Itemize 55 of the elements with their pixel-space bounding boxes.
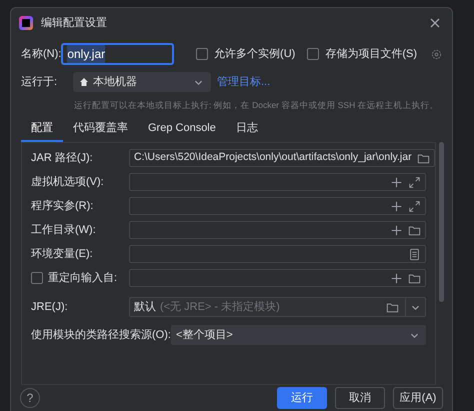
field-label: JAR 路径(J): xyxy=(31,150,93,166)
folder-icon[interactable] xyxy=(416,152,430,164)
field-label: 重定向输入自: xyxy=(48,270,118,286)
gear-icon[interactable] xyxy=(431,48,442,60)
tab[interactable]: 代码覆盖率 xyxy=(63,116,138,142)
input-field[interactable] xyxy=(129,245,426,263)
target-dropdown[interactable]: 本地机器 xyxy=(73,72,211,92)
help-button[interactable]: ? xyxy=(20,388,40,408)
scrollbar-thumb[interactable] xyxy=(439,142,444,302)
dialog-button[interactable]: 应用(A) xyxy=(393,387,443,409)
folder-icon[interactable] xyxy=(408,224,421,236)
plus-icon[interactable] xyxy=(390,224,403,236)
dialog-button[interactable]: 取消 xyxy=(335,387,385,409)
module-dropdown[interactable]: <整个项目> xyxy=(171,325,426,345)
document-icon[interactable] xyxy=(408,248,421,260)
plus-icon[interactable] xyxy=(390,272,403,284)
jre-value: 默认 xyxy=(134,300,156,315)
plus-icon[interactable] xyxy=(390,176,403,188)
field-label: 使用模块的类路径搜索源(O): xyxy=(31,328,171,343)
jre-dropdown[interactable]: 默认 (<无 JRE> - 未指定模块) xyxy=(129,297,426,317)
field-label: 名称(N): xyxy=(21,46,62,62)
jre-hint: (<无 JRE> - 未指定模块) xyxy=(160,300,281,315)
field-label: 程序实参(R): xyxy=(31,198,94,214)
name-field[interactable]: only.jar xyxy=(61,43,174,65)
folder-icon[interactable] xyxy=(408,272,421,284)
checkbox-label: 存储为项目文件(S) xyxy=(325,46,417,62)
app-logo-icon xyxy=(19,16,33,30)
field-value: C:\Users\520\IdeaProjects\only\out\artifacts\only_jar\only.jar xyxy=(134,150,412,166)
field-label: 运行于: xyxy=(21,74,58,90)
folder-icon[interactable] xyxy=(386,300,399,314)
home-icon xyxy=(79,77,89,87)
field-label: 工作目录(W): xyxy=(31,222,96,238)
manage-targets-link[interactable]: 管理目标... xyxy=(217,74,270,90)
hint-text: 运行配置可以在本地或目标上执行: 例如，在 Docker 容器中或使用 SSH 在远程主机上执行。 xyxy=(74,99,439,111)
plus-icon[interactable] xyxy=(390,200,403,212)
expand-icon[interactable] xyxy=(408,200,421,212)
input-field[interactable] xyxy=(129,269,426,287)
field-label: 环境变量(E): xyxy=(31,246,93,262)
checkbox[interactable] xyxy=(31,272,43,284)
input-field[interactable] xyxy=(129,197,426,215)
window-title: 编辑配置设置 xyxy=(41,16,108,31)
field-label: JRE(J): xyxy=(31,300,69,315)
input-field[interactable] xyxy=(129,221,426,239)
close-icon[interactable] xyxy=(428,16,442,30)
input-field[interactable]: C:\Users\520\IdeaProjects\only\out\artifacts\only_jar\only.jar xyxy=(129,149,435,167)
checkbox[interactable] xyxy=(307,48,320,60)
input-field[interactable] xyxy=(129,173,426,191)
checkbox-label: 允许多个实例(U) xyxy=(214,46,296,62)
expand-icon[interactable] xyxy=(408,176,421,188)
tab[interactable]: 日志 xyxy=(226,116,268,142)
tab[interactable]: 配置 xyxy=(21,116,63,142)
dialog-button[interactable]: 运行 xyxy=(277,387,327,409)
field-label: 虚拟机选项(V): xyxy=(31,174,104,190)
checkbox[interactable] xyxy=(196,48,208,60)
tab[interactable]: Grep Console xyxy=(138,116,226,142)
